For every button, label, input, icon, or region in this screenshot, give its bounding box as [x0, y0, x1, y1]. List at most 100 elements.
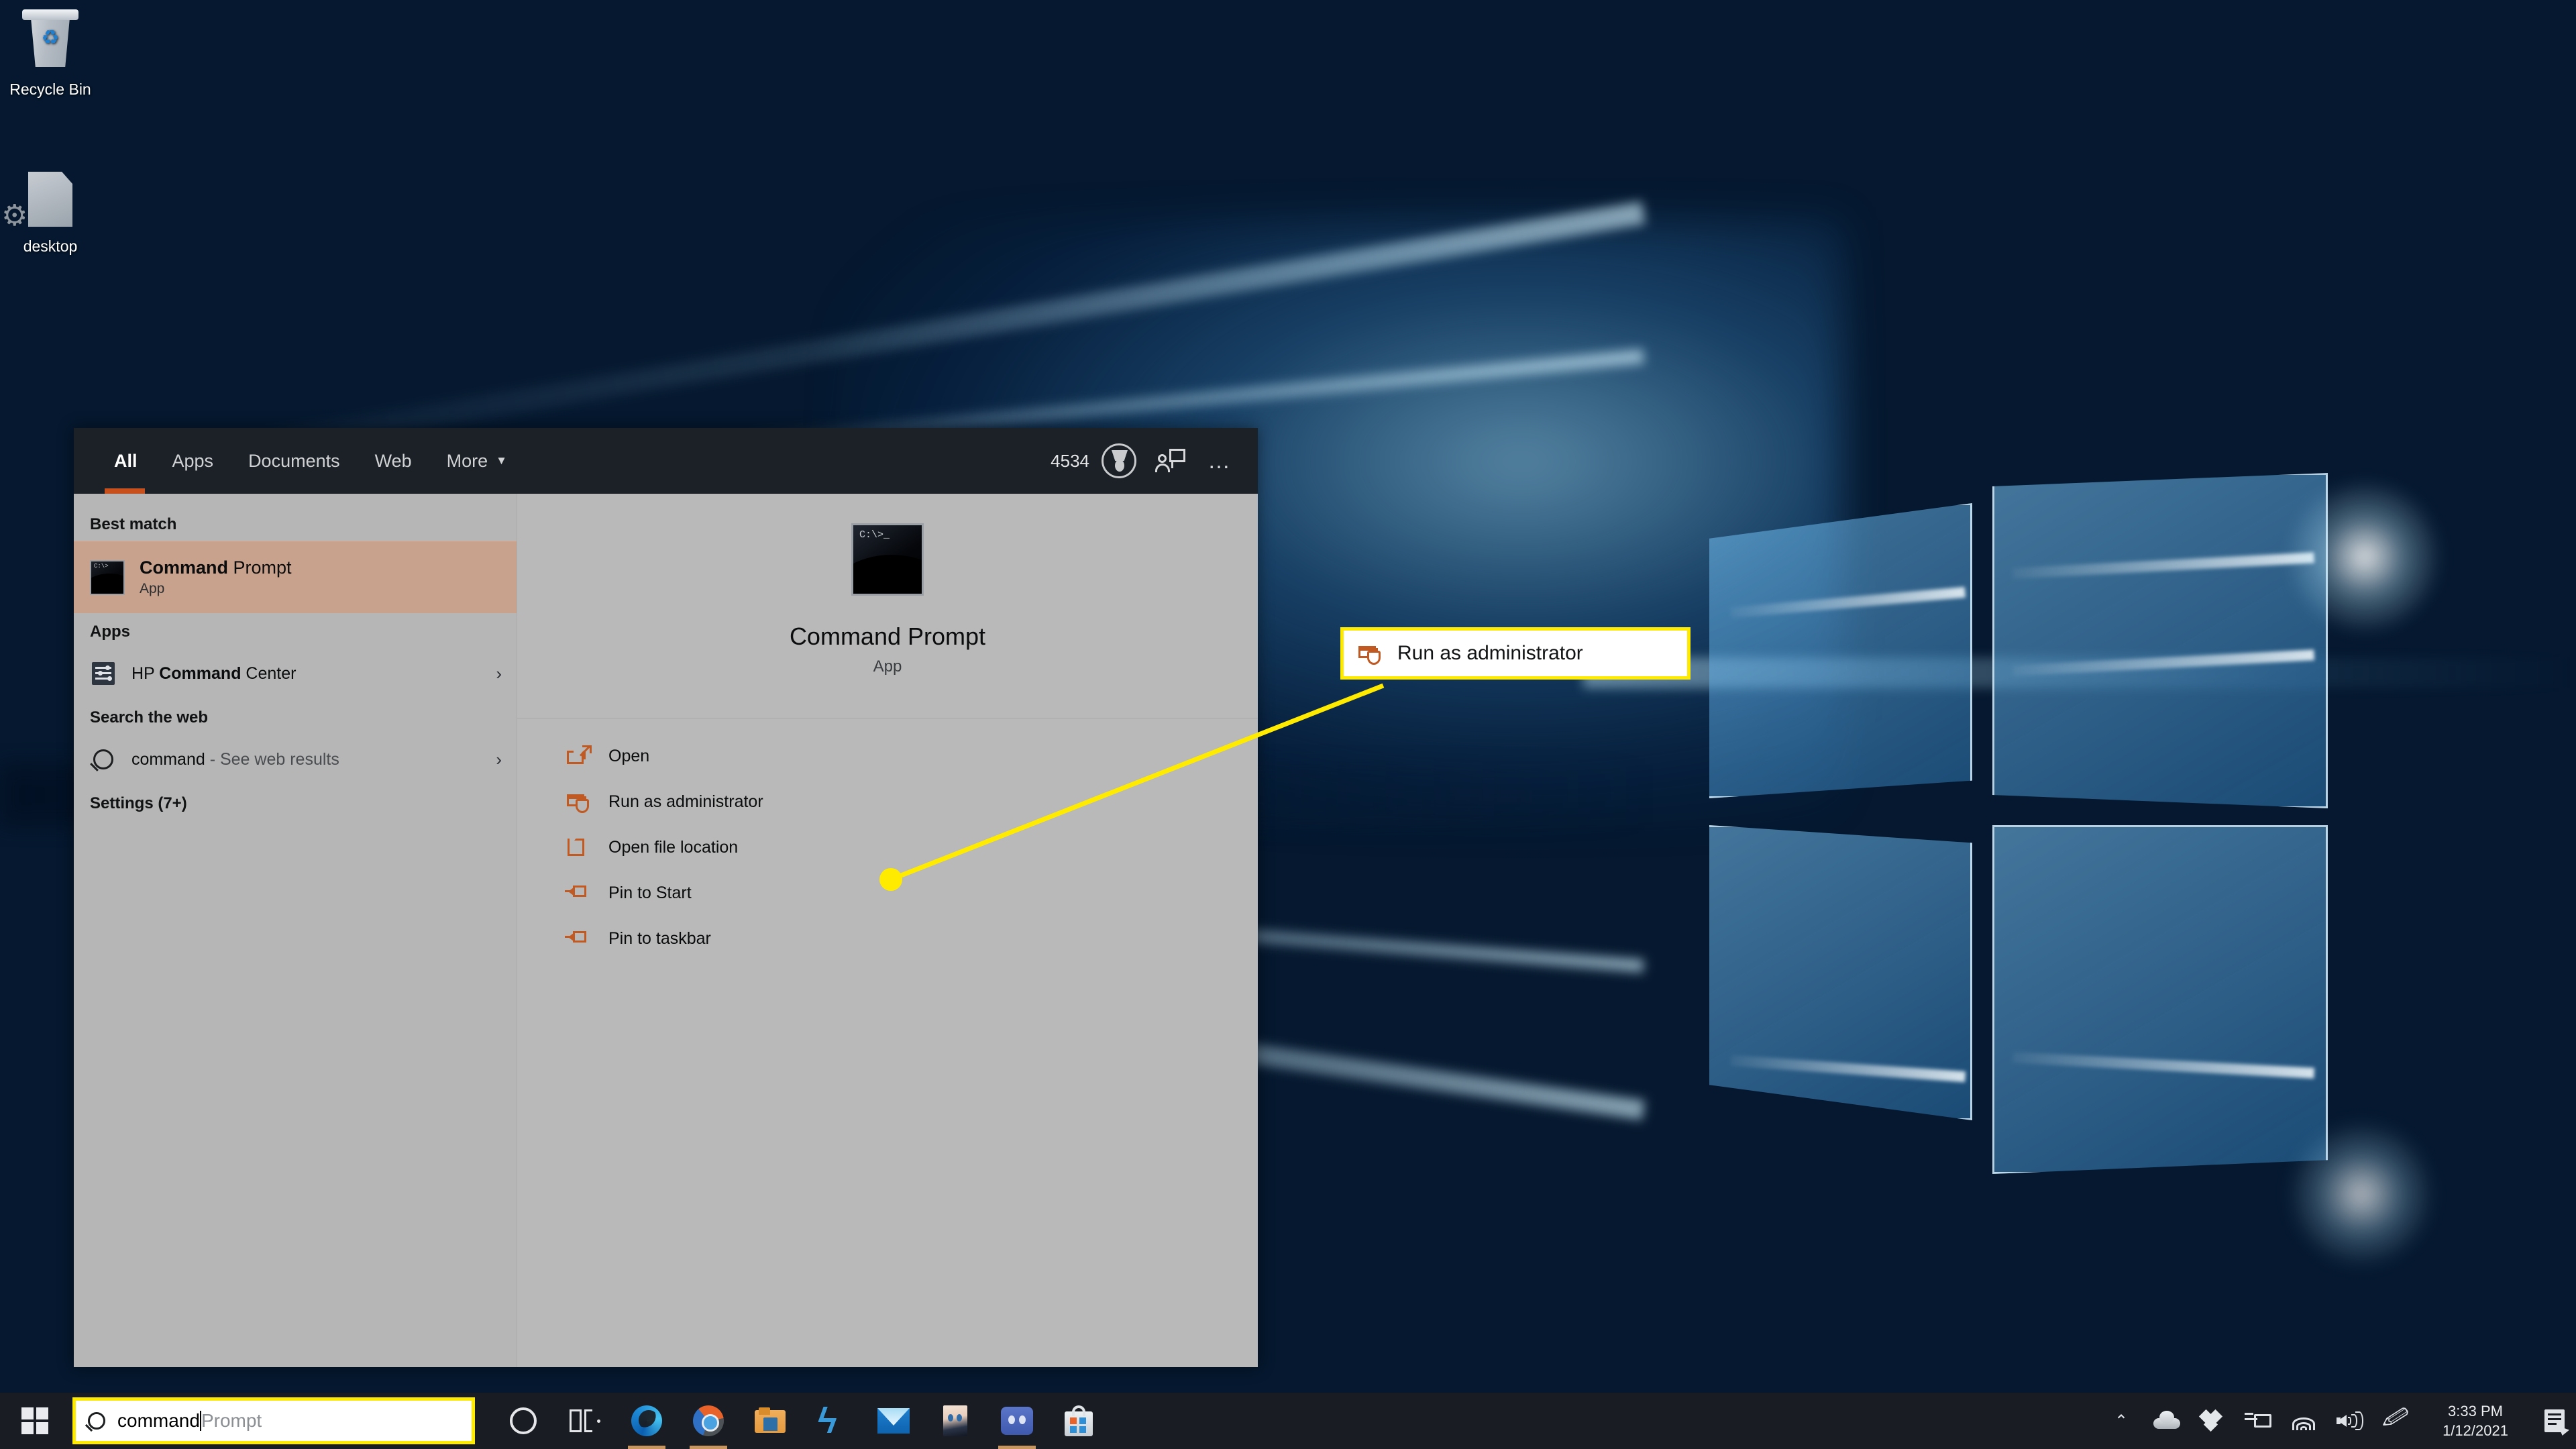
- taskbar-app-icons[interactable]: [492, 1393, 1110, 1449]
- tray-item-battery[interactable]: [2235, 1393, 2281, 1449]
- logo-pane-top-right: [1992, 473, 2328, 808]
- running-indicator: [628, 1446, 665, 1449]
- more-options-button[interactable]: …: [1208, 449, 1232, 472]
- taskbar-item-file-explorer[interactable]: [739, 1393, 801, 1449]
- taskbar-item-discord[interactable]: [986, 1393, 1048, 1449]
- cortana-icon: [510, 1407, 537, 1434]
- taskbar[interactable]: commandPrompt ϟ ⌃ 🖉 3:33 PM 1/12/2021: [0, 1393, 2576, 1449]
- ellipsis-icon: …: [1208, 448, 1232, 474]
- feedback-person-icon: [1155, 447, 1187, 474]
- search-typed-value: command: [117, 1410, 200, 1431]
- desktop-icon-desktop-file[interactable]: ⚙ desktop: [0, 166, 107, 256]
- result-item-label: HP Command Center: [131, 663, 297, 683]
- shield-admin-icon: [567, 790, 591, 813]
- notifications-icon: [2544, 1409, 2565, 1432]
- rewards-count: 4534: [1051, 450, 1089, 471]
- wifi-icon: [2292, 1411, 2316, 1430]
- best-match-title: Command Prompt: [140, 557, 292, 578]
- dropbox-icon: [2198, 1409, 2224, 1432]
- web-section-header: Search the web: [90, 708, 209, 727]
- best-match-header: Best match: [90, 515, 177, 533]
- result-best-match-command-prompt[interactable]: Command Prompt App: [74, 541, 517, 613]
- desktop-icon-recycle-bin[interactable]: ♻ Recycle Bin: [0, 9, 107, 99]
- open-icon: [567, 745, 592, 767]
- result-item-web-search[interactable]: command - See web results ›: [74, 734, 517, 785]
- tray-item-onedrive[interactable]: [2144, 1393, 2190, 1449]
- taskbar-item-cortana[interactable]: [492, 1393, 554, 1449]
- preview-actions-list[interactable]: Open Run as administrator Open file loca…: [517, 718, 1258, 961]
- rewards-medal-icon: [1102, 443, 1136, 478]
- mail-icon: [877, 1408, 910, 1434]
- search-results-column[interactable]: Best match Command Prompt App Apps HP Co…: [74, 494, 517, 1367]
- search-tab-bar-actions[interactable]: 4534 …: [1051, 443, 1239, 478]
- start-search-panel[interactable]: All Apps Documents Web More ▼ 4534 … Bes…: [74, 428, 1258, 1367]
- search-query-text: commandPrompt: [117, 1410, 262, 1432]
- action-label: Pin to Start: [608, 883, 692, 902]
- logo-pane-top-left: [1709, 503, 1972, 798]
- show-hidden-icons-button[interactable]: ⌃: [2098, 1393, 2144, 1449]
- search-tab-bar[interactable]: All Apps Documents Web More ▼ 4534 …: [74, 428, 1258, 494]
- taskbar-search-input[interactable]: commandPrompt: [72, 1397, 475, 1444]
- file-explorer-icon: [755, 1407, 786, 1434]
- command-prompt-icon: [90, 559, 125, 595]
- taskbar-item-snipping-tool[interactable]: [801, 1393, 863, 1449]
- settings-section-header: Settings (7+): [90, 794, 187, 812]
- best-match-text: Command Prompt App: [140, 557, 292, 597]
- tray-item-volume[interactable]: [2326, 1393, 2372, 1449]
- action-pin-to-taskbar[interactable]: Pin to taskbar: [517, 916, 1258, 961]
- task-view-icon: [570, 1409, 600, 1432]
- microsoft-store-icon: [1065, 1405, 1093, 1436]
- running-indicator: [690, 1446, 727, 1449]
- taskbar-item-microsoft-store[interactable]: [1048, 1393, 1110, 1449]
- feedback-button[interactable]: [1155, 447, 1187, 474]
- chevron-right-icon[interactable]: ›: [496, 749, 502, 770]
- system-tray[interactable]: ⌃ 🖉 3:33 PM 1/12/2021: [2098, 1393, 2576, 1449]
- logo-highlight: [2284, 476, 2445, 637]
- taskbar-item-task-view[interactable]: [554, 1393, 616, 1449]
- taskbar-item-microsoft-edge[interactable]: [616, 1393, 678, 1449]
- taskbar-item-google-chrome[interactable]: [678, 1393, 739, 1449]
- annotation-callout: Run as administrator: [1340, 627, 1690, 680]
- windows-ink-icon: 🖉: [2381, 1403, 2410, 1433]
- preview-title: Command Prompt: [789, 623, 986, 650]
- pin-icon: [565, 927, 591, 950]
- taskbar-item-mail[interactable]: [863, 1393, 924, 1449]
- tray-item-windows-ink[interactable]: 🖉: [2372, 1393, 2418, 1449]
- windows-logo-icon: [21, 1407, 48, 1434]
- snipping-tool-icon: [818, 1400, 846, 1442]
- logo-pane-bottom-right: [1992, 825, 2328, 1174]
- action-open-file-location[interactable]: Open file location: [517, 824, 1258, 870]
- clock-time: 3:33 PM: [2448, 1402, 2503, 1419]
- tab-documents[interactable]: Documents: [231, 428, 358, 494]
- annotation-callout-label: Run as administrator: [1397, 642, 1583, 664]
- start-button[interactable]: [0, 1393, 70, 1449]
- search-suggestion: Prompt: [201, 1410, 262, 1431]
- action-run-as-administrator[interactable]: Run as administrator: [517, 779, 1258, 824]
- tray-item-dropbox[interactable]: [2190, 1393, 2235, 1449]
- tab-web[interactable]: Web: [358, 428, 429, 494]
- recycle-bin-icon: ♻: [0, 9, 107, 75]
- search-tabs[interactable]: All Apps Documents Web More ▼: [97, 428, 525, 494]
- search-panel-body: Best match Command Prompt App Apps HP Co…: [74, 494, 1258, 1367]
- action-pin-to-start[interactable]: Pin to Start: [517, 870, 1258, 916]
- action-label: Run as administrator: [608, 792, 763, 811]
- action-open[interactable]: Open: [517, 733, 1258, 779]
- notifications-button[interactable]: [2533, 1393, 2576, 1449]
- chevron-down-icon: ▼: [496, 454, 507, 467]
- microsoft-rewards-button[interactable]: 4534: [1051, 443, 1136, 478]
- action-label: Open: [608, 746, 650, 765]
- tab-apps[interactable]: Apps: [155, 428, 231, 494]
- chevron-right-icon[interactable]: ›: [496, 663, 502, 684]
- volume-icon: [2337, 1411, 2363, 1431]
- desktop-icon-label: Recycle Bin: [9, 80, 91, 98]
- active-tab-indicator: [105, 488, 145, 494]
- tab-more[interactable]: More ▼: [429, 428, 525, 494]
- tab-all[interactable]: All: [97, 428, 155, 494]
- discord-icon: [1001, 1407, 1033, 1435]
- action-label: Open file location: [608, 837, 739, 857]
- taskbar-item-media-player[interactable]: [924, 1393, 986, 1449]
- taskbar-clock[interactable]: 3:33 PM 1/12/2021: [2418, 1393, 2533, 1449]
- result-item-hp-command-center[interactable]: HP Command Center ›: [74, 648, 517, 699]
- tray-item-network[interactable]: [2281, 1393, 2326, 1449]
- clock-date: 1/12/2021: [2443, 1421, 2508, 1439]
